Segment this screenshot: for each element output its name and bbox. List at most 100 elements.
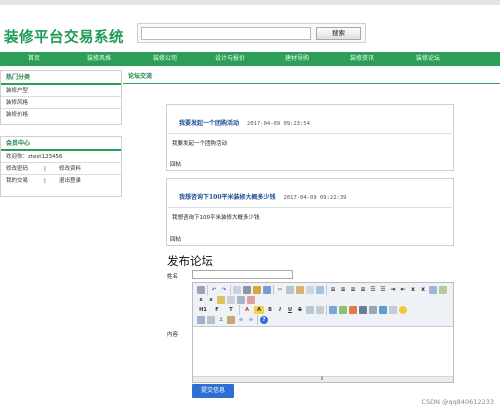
- post-title[interactable]: 我想咨询下100平米装修大概多少钱: [179, 194, 276, 201]
- clear-format-icon[interactable]: [429, 286, 437, 294]
- toolbar-separator: [273, 285, 274, 295]
- toolbar-row-1: ↶ ↷ ✂ ≡ ≡ ≡ ≡ ☰ ☰ ⇥ ⇤ x x: [195, 285, 451, 295]
- toolbar-separator: [326, 285, 327, 295]
- italic-icon[interactable]: I: [276, 306, 284, 314]
- category-item-layout[interactable]: 装修户型: [1, 85, 121, 97]
- forum-section-title: 论坛交流: [123, 70, 500, 84]
- toolbar-separator: [326, 305, 327, 315]
- post-body: 我要发起一个团购活动: [172, 141, 228, 147]
- bullet-list-icon[interactable]: ☰: [379, 286, 387, 294]
- subscript-icon[interactable]: x: [409, 286, 417, 294]
- outdent-icon[interactable]: ⇤: [399, 286, 407, 294]
- link-separator: |: [44, 178, 46, 184]
- nav-item-materials[interactable]: 建材导购: [285, 52, 309, 66]
- special-char-icon[interactable]: [227, 316, 235, 324]
- submit-button[interactable]: 提交信息: [192, 384, 234, 398]
- category-item-price[interactable]: 装修价格: [1, 109, 121, 121]
- line-height-icon[interactable]: [306, 306, 314, 314]
- post-divider: [168, 133, 452, 134]
- search-input[interactable]: [141, 27, 311, 40]
- nav-item-companies[interactable]: 装修公司: [153, 52, 177, 66]
- nav-item-styles[interactable]: 装修风格: [87, 52, 111, 66]
- link-separator: |: [44, 166, 46, 172]
- table-icon[interactable]: [379, 306, 387, 314]
- media-icon[interactable]: [359, 306, 367, 314]
- post-title-line: 我要发起一个团购活动 2017-04-09 09:23:54: [179, 118, 310, 127]
- post-reply-link[interactable]: 回帖: [170, 160, 181, 168]
- nav-item-design[interactable]: 设计与报价: [215, 52, 245, 66]
- post-title[interactable]: 我要发起一个团购活动: [179, 120, 239, 127]
- underline-icon[interactable]: U: [286, 306, 294, 314]
- toolbar-separator: [207, 285, 208, 295]
- paste-word-icon[interactable]: [316, 286, 324, 294]
- member-links-row: 修改密码 | 修改资料: [1, 163, 121, 175]
- file-icon[interactable]: [369, 306, 377, 314]
- font-size-icon[interactable]: T: [225, 306, 237, 314]
- select-all-icon[interactable]: [439, 286, 447, 294]
- quick-format-icon[interactable]: [227, 296, 235, 304]
- emoticon-icon[interactable]: [399, 306, 407, 314]
- nav-item-news[interactable]: 装修资讯: [350, 52, 374, 66]
- justify-icon[interactable]: ≡: [359, 286, 367, 294]
- flash-icon[interactable]: [349, 306, 357, 314]
- copy-icon[interactable]: [286, 286, 294, 294]
- name-input[interactable]: [192, 270, 293, 279]
- code-icon[interactable]: [263, 286, 271, 294]
- nav-item-home[interactable]: 首页: [28, 52, 40, 66]
- category-item-style[interactable]: 装修风格: [1, 97, 121, 109]
- baidu-map-icon[interactable]: [197, 316, 205, 324]
- search-button[interactable]: 搜索: [316, 27, 361, 40]
- post-reply-link[interactable]: 回帖: [170, 235, 181, 243]
- indent-icon[interactable]: ⇥: [389, 286, 397, 294]
- clear-icon[interactable]: [237, 296, 245, 304]
- ordered-list-icon[interactable]: ☰: [369, 286, 377, 294]
- align-left-icon[interactable]: ≡: [329, 286, 337, 294]
- logout-link[interactable]: 退出登录: [59, 175, 81, 187]
- highlight-icon[interactable]: A: [254, 306, 264, 314]
- format-brush-icon[interactable]: [217, 296, 225, 304]
- site-logo[interactable]: 装修平台交易系统: [4, 26, 124, 47]
- cut-icon[interactable]: ✂: [276, 286, 284, 294]
- preview-icon[interactable]: [233, 286, 241, 294]
- my-trades-link[interactable]: 我的交易: [6, 178, 28, 184]
- anchor-icon[interactable]: ⚓: [217, 316, 225, 324]
- print-icon[interactable]: [243, 286, 251, 294]
- subscript-2-icon[interactable]: x: [207, 296, 215, 304]
- bold-icon[interactable]: B: [266, 306, 274, 314]
- post-timestamp: 2017-04-09 09:23:54: [247, 121, 310, 127]
- watermark: CSDN @qq840612233: [421, 398, 494, 406]
- change-password-link[interactable]: 修改密码: [6, 166, 28, 172]
- redo-icon[interactable]: ↷: [220, 286, 228, 294]
- post-body: 我想咨询下100平米装修大概多少钱: [172, 215, 260, 221]
- resize-icon[interactable]: ⇕: [320, 376, 324, 382]
- heading-icon[interactable]: H1: [197, 306, 209, 314]
- fullscreen-icon[interactable]: [247, 296, 255, 304]
- multi-image-icon[interactable]: [339, 306, 347, 314]
- content-editor[interactable]: [193, 328, 453, 376]
- source-icon[interactable]: [197, 286, 205, 294]
- edit-profile-link[interactable]: 修改资料: [59, 163, 81, 175]
- horizontal-rule-icon[interactable]: [389, 306, 397, 314]
- template-icon[interactable]: [253, 286, 261, 294]
- page-break-icon[interactable]: [207, 316, 215, 324]
- strikethrough-icon[interactable]: S: [296, 306, 304, 314]
- text-color-icon[interactable]: A: [242, 306, 252, 314]
- paste-text-icon[interactable]: [306, 286, 314, 294]
- align-center-icon[interactable]: ≡: [339, 286, 347, 294]
- align-right-icon[interactable]: ≡: [349, 286, 357, 294]
- rich-text-editor: ↶ ↷ ✂ ≡ ≡ ≡ ≡ ☰ ☰ ⇥ ⇤ x x x x H1 F T A A…: [192, 282, 454, 383]
- remove-format-icon[interactable]: [316, 306, 324, 314]
- help-icon[interactable]: ?: [260, 316, 268, 324]
- link-icon[interactable]: ∞: [237, 316, 245, 324]
- unlink-icon[interactable]: ∞: [247, 316, 255, 324]
- undo-icon[interactable]: ↶: [210, 286, 218, 294]
- editor-status-bar: ⇕: [193, 376, 453, 382]
- superscript-2-icon[interactable]: x: [197, 296, 205, 304]
- category-panel: 热门分类 装修户型 装修风格 装修价格: [0, 70, 122, 125]
- toolbar-row-2: x x: [195, 295, 451, 305]
- font-family-icon[interactable]: F: [211, 306, 223, 314]
- image-icon[interactable]: [329, 306, 337, 314]
- paste-icon[interactable]: [296, 286, 304, 294]
- superscript-icon[interactable]: x: [419, 286, 427, 294]
- nav-item-forum[interactable]: 装修论坛: [416, 52, 440, 66]
